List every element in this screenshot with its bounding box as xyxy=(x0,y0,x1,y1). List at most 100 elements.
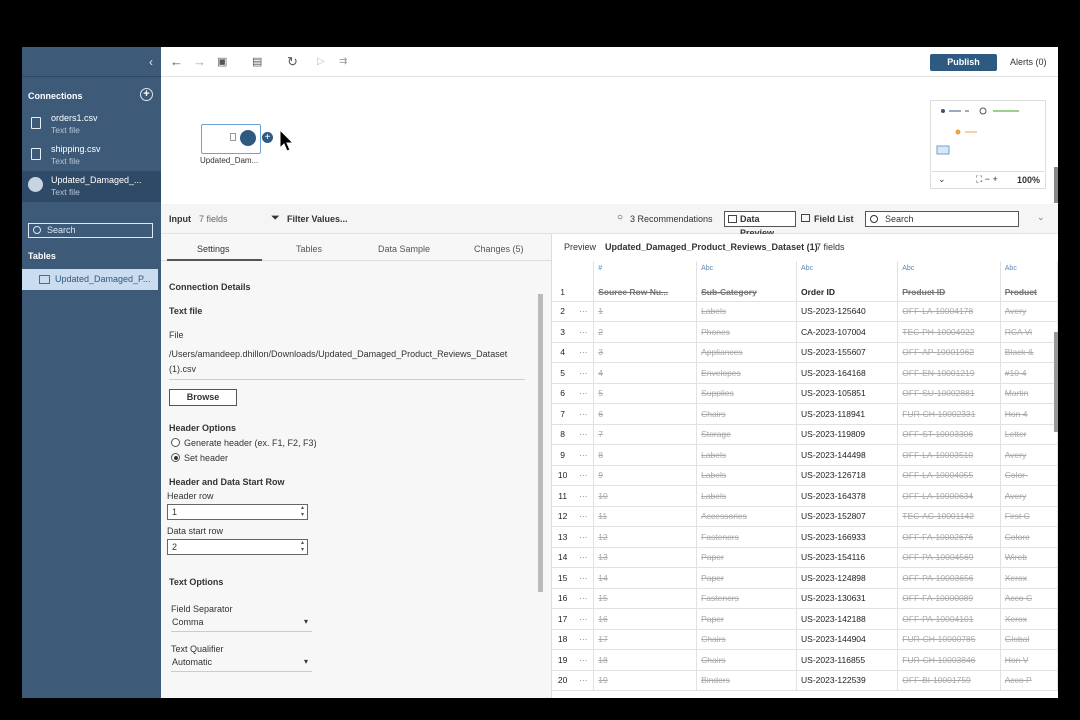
settings-scrollbar[interactable] xyxy=(538,294,543,592)
refresh-icon[interactable]: ↻ xyxy=(287,54,298,70)
run-icon[interactable]: ▷ xyxy=(317,56,325,67)
tab-changes[interactable]: Changes (5) xyxy=(474,244,524,254)
tab-tables[interactable]: Tables xyxy=(296,244,322,254)
file-label: File xyxy=(169,330,184,340)
column-header[interactable]: # Source Row Nu... xyxy=(593,261,698,302)
preview-label: Preview xyxy=(564,242,597,252)
column-header[interactable]: Abc Order ID xyxy=(796,261,899,302)
flow-options-icon[interactable]: ⇉ xyxy=(339,56,347,67)
generate-header-radio[interactable]: Generate header (ex. F1, F2, F3) xyxy=(169,438,529,448)
table-row[interactable]: 7 ··· 6 Chairs US-2023-118941 FUR-CH-10002331… xyxy=(552,403,1058,425)
collapse-icon[interactable]: ‹ xyxy=(149,55,153,69)
field-separator-select[interactable]: Comma xyxy=(171,617,312,632)
table-row[interactable]: 9 ··· 8 Labels US-2023-144498 OFF-LA-10003510… xyxy=(552,444,1058,466)
undo-icon[interactable]: ← xyxy=(170,54,183,69)
row-menu[interactable]: ··· xyxy=(573,526,595,548)
row-menu[interactable]: ··· xyxy=(573,547,595,568)
table-row[interactable]: 15 ··· 14 Paper US-2023-124898 OFF-PA-1000365… xyxy=(552,567,1058,589)
row-menu[interactable]: ··· xyxy=(573,362,595,384)
add-step-icon[interactable]: + xyxy=(262,132,273,143)
text-qualifier-select[interactable]: Automatic xyxy=(171,657,312,672)
fit-icon[interactable]: ⛶ − + xyxy=(976,174,998,185)
header-row-stepper[interactable]: 1 xyxy=(167,504,308,520)
publish-button[interactable]: Publish xyxy=(930,54,997,71)
row-menu[interactable]: ··· xyxy=(573,301,595,322)
grid-search-input[interactable]: Search xyxy=(865,211,1019,227)
minimap-preview xyxy=(936,107,1019,155)
row-menu[interactable]: ··· xyxy=(573,485,595,507)
search-placeholder: Search xyxy=(47,225,76,235)
field-list-button[interactable]: Field List xyxy=(801,214,854,224)
connection-item[interactable]: orders1.csv Text file xyxy=(22,109,161,140)
table-row[interactable]: 19 ··· 18 Chairs US-2023-116855 FUR-CH-100038… xyxy=(552,649,1058,671)
data-preview-button[interactable]: Data Preview xyxy=(724,211,796,238)
row-menu[interactable]: ··· xyxy=(573,629,595,650)
flow-canvas[interactable]: + Updated_Dam... ⌄ ⛶ − + 100% xyxy=(161,77,1058,204)
sidebar-search-input[interactable]: Search xyxy=(28,223,153,238)
table-row[interactable]: 14 ··· 13 Paper US-2023-154116 OFF-PA-1000456… xyxy=(552,547,1058,568)
grid-scrollbar[interactable] xyxy=(1054,332,1058,432)
recommendations-button[interactable]: 3 Recommendations xyxy=(630,214,713,224)
table-row[interactable]: 20 ··· 19 Binders US-2023-122539 OFF-BI-10001… xyxy=(552,670,1058,691)
connection-type: Text file xyxy=(51,156,80,166)
table-row[interactable]: 10 ··· 9 Labels US-2023-126718 OFF-LA-1000405… xyxy=(552,465,1058,486)
add-connection-icon[interactable]: + xyxy=(140,88,153,101)
table-row[interactable]: 3 ··· 2 Phones CA-2023-107004 TEC-PH-10004922… xyxy=(552,321,1058,343)
canvas-scrollbar[interactable] xyxy=(1054,167,1058,203)
table-row[interactable]: 18 ··· 17 Chairs US-2023-144904 FUR-CH-100007… xyxy=(552,629,1058,650)
column-header[interactable]: Abc Sub-Category xyxy=(696,261,798,302)
clipboard-icon[interactable]: ▤ xyxy=(252,55,262,68)
table-item[interactable]: Updated_Damaged_P... xyxy=(22,269,158,290)
text-options-heading: Text Options xyxy=(169,577,224,587)
table-row[interactable]: 4 ··· 3 Appliances US-2023-155607 OFF-AP-1000… xyxy=(552,342,1058,363)
row-menu[interactable]: ··· xyxy=(573,649,595,671)
row-menu[interactable]: ··· xyxy=(573,383,595,404)
row-menu[interactable]: ··· xyxy=(573,424,595,445)
table-row[interactable]: 2 ··· 1 Labels US-2023-125640 OFF-LA-10004178… xyxy=(552,301,1058,322)
minimap[interactable]: ⌄ ⛶ − + 100% xyxy=(930,100,1046,189)
tab-settings[interactable]: Settings xyxy=(197,244,230,254)
column-header[interactable]: Abc Product xyxy=(1000,261,1058,302)
save-icon[interactable]: ▣ xyxy=(217,55,227,68)
table-row[interactable]: 16 ··· 15 Fasteners US-2023-130631 OFF-FA-100… xyxy=(552,588,1058,609)
type-icon: Abc xyxy=(701,265,714,272)
row-menu[interactable]: ··· xyxy=(573,465,595,486)
redo-icon[interactable]: → xyxy=(193,54,206,69)
table-row[interactable]: 5 ··· 4 Envelopes US-2023-164168 OFF-EN-10001… xyxy=(552,362,1058,384)
input-node[interactable] xyxy=(201,124,261,154)
row-menu[interactable]: ··· xyxy=(573,342,595,363)
chevron-down-icon[interactable]: ⌄ xyxy=(1037,212,1045,223)
row-menu[interactable]: ··· xyxy=(573,670,595,691)
row-menu[interactable]: ··· xyxy=(573,608,595,630)
row-menu[interactable]: ··· xyxy=(573,403,595,425)
filter-values-button[interactable]: Filter Values... xyxy=(287,214,348,224)
column-header[interactable]: Abc Product ID xyxy=(897,261,1001,302)
connection-item-selected[interactable]: Updated_Damaged_... Text file xyxy=(22,171,161,202)
data-start-row-label: Data start row xyxy=(167,526,224,536)
cell-sub-category: Labels xyxy=(696,301,798,322)
table-row[interactable]: 13 ··· 12 Fasteners US-2023-166933 OFF-FA-100… xyxy=(552,526,1058,548)
row-menu[interactable]: ··· xyxy=(573,506,595,527)
cell-product-id: OFF-PA-10003656 xyxy=(897,567,1001,589)
row-menu[interactable]: ··· xyxy=(573,567,595,589)
row-menu[interactable]: ··· xyxy=(573,321,595,343)
connection-item[interactable]: shipping.csv Text file xyxy=(22,140,161,171)
row-menu[interactable]: ··· xyxy=(573,588,595,609)
search-icon xyxy=(870,215,878,223)
table-row[interactable]: 17 ··· 16 Paper US-2023-142188 OFF-PA-1000410… xyxy=(552,608,1058,630)
chevron-down-icon[interactable]: ⌄ xyxy=(938,174,946,185)
table-row[interactable]: 11 ··· 10 Labels US-2023-164378 OFF-LA-100006… xyxy=(552,485,1058,507)
data-start-row-stepper[interactable]: 2 xyxy=(167,539,308,555)
table-row[interactable]: 8 ··· 7 Storage US-2023-119809 OFF-ST-1000330… xyxy=(552,424,1058,445)
table-row[interactable]: 12 ··· 11 Accessories US-2023-152807 TEC-AC-1… xyxy=(552,506,1058,527)
row-menu[interactable]: ··· xyxy=(573,444,595,466)
browse-button[interactable]: Browse xyxy=(169,389,237,406)
cell-order-id: US-2023-118941 xyxy=(796,403,899,425)
settings-panel: Settings Tables Data Sample Changes (5) … xyxy=(161,234,551,698)
table-row[interactable]: 6 ··· 5 Supplies US-2023-105851 OFF-SU-100028… xyxy=(552,383,1058,404)
set-header-radio[interactable]: Set header xyxy=(169,453,529,463)
alerts-button[interactable]: Alerts (0) xyxy=(1010,57,1047,67)
mouse-cursor-icon xyxy=(279,129,295,152)
table-body: 2 ··· 1 Labels US-2023-125640 OFF-LA-10004178… xyxy=(552,301,1058,691)
tab-data-sample[interactable]: Data Sample xyxy=(378,244,430,254)
